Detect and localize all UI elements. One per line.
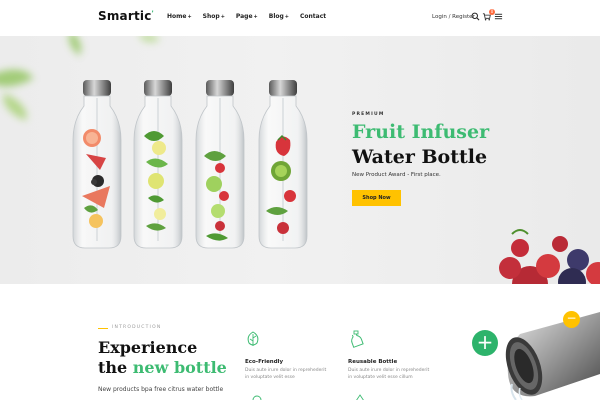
- bottle-2: [133, 80, 183, 249]
- nav-label: Contact: [300, 13, 327, 20]
- feature-text: Duis aute irure dolor in reprehederit: [348, 368, 430, 373]
- intro-heading-line2: the new bottle: [98, 358, 227, 377]
- feature-title: Reusable Bottle: [348, 359, 398, 365]
- nav-label: Home: [167, 13, 187, 20]
- site-header: Smartic’ Home+ Shop+ Page+ Blog+ Contact…: [0, 0, 600, 36]
- feature-text: Duis aute irure dolor in reprehederit: [245, 368, 327, 373]
- partial-feature-icon: [252, 395, 262, 400]
- menu-icon[interactable]: [494, 12, 503, 21]
- intro-heading-highlight: new bottle: [132, 358, 227, 377]
- bottles-illustration: [72, 80, 600, 284]
- hero-subtitle: New Product Award - First place.: [352, 172, 441, 178]
- feature-text: in voluptate velit esse cillum: [348, 375, 413, 380]
- nav-label: Shop: [202, 13, 220, 20]
- hero-banner: PREMIUM Fruit Infuser Water Bottle New P…: [0, 36, 600, 284]
- logo-text: Smartic: [98, 9, 152, 23]
- intro-divider: [98, 328, 108, 329]
- nav-caret: +: [220, 14, 225, 20]
- logo-mark: ’: [151, 10, 155, 17]
- bottle-3: [195, 80, 245, 249]
- intro-body: New products bpa free citrus water bottl…: [98, 386, 224, 393]
- nav-caret: +: [187, 14, 192, 20]
- nav-caret: +: [284, 14, 289, 20]
- nav-label: Blog: [268, 13, 284, 20]
- main-nav: Home+ Shop+ Page+ Blog+ Contact: [167, 13, 326, 20]
- leaf-icon: [247, 331, 259, 346]
- nav-item-page[interactable]: Page+: [236, 13, 258, 20]
- nav-item-home[interactable]: Home+: [167, 13, 192, 20]
- intro-heading-line1: Experience: [98, 338, 198, 357]
- hero-title-line1: Fruit Infuser: [352, 121, 490, 143]
- feature-text: in voluptate velit esse: [245, 375, 295, 380]
- berries-decoration: [499, 229, 600, 284]
- partial-feature-icon: [356, 394, 364, 400]
- intro-label: INTRODUCTION: [112, 325, 162, 330]
- shop-now-button[interactable]: Shop Now: [352, 190, 401, 206]
- nav-label: Page: [235, 13, 253, 20]
- feature-title: Eco-Friendly: [245, 359, 284, 365]
- logo[interactable]: Smartic’: [98, 9, 154, 23]
- hero-eyebrow: PREMIUM: [352, 112, 385, 117]
- product-bottle-image: [505, 312, 600, 400]
- intro-section: INTRODUCTION Experience the new bottle N…: [0, 284, 600, 400]
- nav-caret: +: [253, 14, 258, 20]
- bottle-4: [258, 80, 308, 249]
- bottle-1: [72, 80, 122, 249]
- search-icon[interactable]: [471, 12, 480, 21]
- collapse-button[interactable]: −: [563, 311, 580, 328]
- nav-item-shop[interactable]: Shop+: [203, 13, 225, 20]
- hero-title-line2: Water Bottle: [352, 146, 488, 168]
- add-button[interactable]: +: [472, 330, 498, 356]
- intro-heading-text: the: [98, 358, 133, 377]
- login-register-link[interactable]: Login / Register: [432, 14, 475, 20]
- nav-item-contact[interactable]: Contact: [300, 13, 326, 20]
- nav-item-blog[interactable]: Blog+: [269, 13, 289, 20]
- bottle-icon: [351, 330, 364, 348]
